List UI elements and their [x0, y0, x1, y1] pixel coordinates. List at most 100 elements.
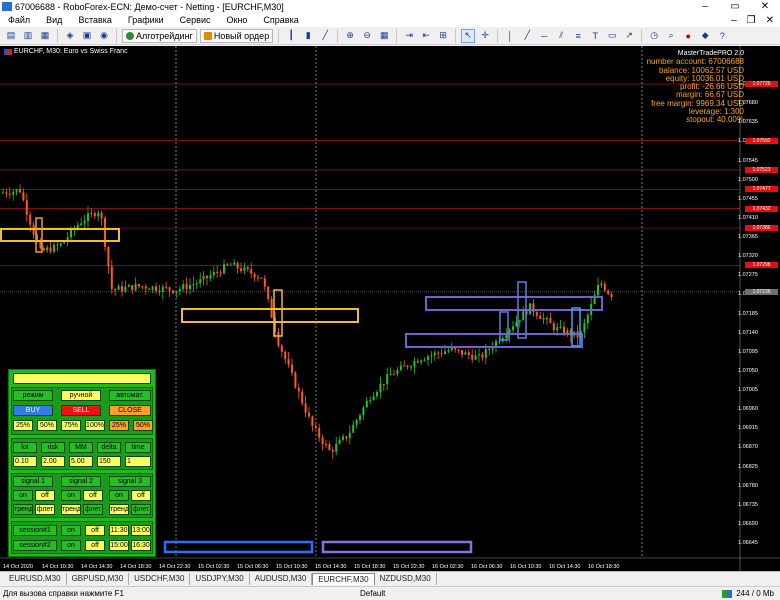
session-2-off[interactable]: off	[85, 540, 105, 551]
tile-icon[interactable]: ▦	[377, 29, 391, 43]
mdi-minimize-icon[interactable]: –	[731, 15, 737, 26]
fibo-icon[interactable]: ≡	[571, 29, 585, 43]
mm-input[interactable]: 5.00	[69, 456, 93, 467]
candle-body	[182, 284, 185, 289]
menu-help[interactable]: Справка	[255, 15, 306, 25]
trendline-icon[interactable]: ╱	[520, 29, 534, 43]
zoom-out-icon[interactable]: ⊖	[360, 29, 374, 43]
close-75-button[interactable]: 75%	[61, 420, 81, 431]
channel-icon[interactable]: ⫽	[554, 29, 568, 43]
autoscroll-icon[interactable]: ⇥	[402, 29, 416, 43]
buy-25-button[interactable]: 25%	[13, 420, 33, 431]
session-1-on[interactable]: on	[61, 525, 81, 536]
signal-3-on[interactable]: on	[109, 490, 129, 501]
price-tag: 1.07432	[745, 205, 778, 212]
session-1-off[interactable]: off	[85, 525, 105, 536]
horizontal-line-icon[interactable]: ─	[537, 29, 551, 43]
lot-input[interactable]: 0.10	[13, 456, 37, 467]
menu-charts[interactable]: Графики	[120, 15, 172, 25]
cursor-icon[interactable]: ↖	[461, 28, 476, 43]
candle-body	[481, 354, 484, 358]
session-2-to[interactable]: 16:30	[131, 540, 151, 551]
buy-button[interactable]: BUY	[13, 405, 53, 416]
buy-50-button[interactable]: 50%	[37, 420, 57, 431]
mql5-icon[interactable]: ◆	[698, 29, 712, 43]
session-2-on[interactable]: on	[61, 540, 81, 551]
chart-shift-icon[interactable]: ⇤	[419, 29, 433, 43]
tab-audusd[interactable]: AUDUSD,M30	[250, 573, 313, 585]
candle-body	[433, 352, 436, 356]
market-watch-icon[interactable]: ▦	[38, 29, 52, 43]
candle-chart-icon[interactable]: ▮	[301, 29, 315, 43]
candle-body	[331, 449, 334, 452]
time-scale-label: 14 Oct 10:30	[42, 564, 74, 570]
session-1-from[interactable]: 11:30	[109, 525, 129, 536]
indicators-icon[interactable]: ⊞	[436, 29, 450, 43]
delta-input[interactable]: 150	[97, 456, 121, 467]
mode-manual-button[interactable]: ручной	[61, 390, 101, 401]
crosshair-icon[interactable]: ✛	[478, 29, 492, 43]
minimize-button[interactable]: –	[690, 1, 720, 12]
sell-25-button[interactable]: 25%	[109, 420, 129, 431]
candle-body	[144, 286, 147, 289]
signal-3-flat[interactable]: флет	[131, 504, 151, 515]
sell-50-button[interactable]: 50%	[133, 420, 153, 431]
time-input[interactable]: 1	[125, 456, 151, 467]
signal-1-off[interactable]: off	[35, 490, 55, 501]
signal-2-on[interactable]: on	[61, 490, 81, 501]
candle-body	[539, 315, 542, 319]
signal-1-flat[interactable]: флет	[35, 504, 55, 515]
alert-icon[interactable]: ●	[681, 29, 695, 43]
bar-chart-icon[interactable]: ┃	[284, 29, 298, 43]
session-1-to[interactable]: 13:00	[131, 525, 151, 536]
navigator-icon[interactable]: ◈	[63, 29, 77, 43]
signal-3-trend[interactable]: тренд	[109, 504, 129, 515]
new-chart-icon[interactable]: ▤	[4, 29, 18, 43]
signal-2-off[interactable]: off	[83, 490, 103, 501]
signal-2-flat[interactable]: флет	[83, 504, 103, 515]
signal-3-off[interactable]: off	[131, 490, 151, 501]
tab-eurchf[interactable]: EURCHF,M30	[312, 573, 375, 585]
risk-input[interactable]: 2.00	[41, 456, 65, 467]
tab-nzdusd[interactable]: NZDUSD,M30	[375, 573, 437, 585]
tab-eurusd[interactable]: EURUSD,M30	[4, 573, 67, 585]
mdi-close-icon[interactable]: ✕	[766, 15, 774, 26]
profiles-icon[interactable]: ▥	[21, 29, 35, 43]
vertical-line-icon[interactable]: │	[503, 29, 517, 43]
algo-trading-button[interactable]: Алготрейдинг	[122, 28, 197, 43]
help-icon[interactable]: ?	[715, 29, 729, 43]
text-icon[interactable]: T	[588, 29, 602, 43]
mode-auto-button[interactable]: автомат.	[109, 390, 151, 401]
tab-usdchf[interactable]: USDCHF,M30	[129, 573, 191, 585]
tab-gbpusd[interactable]: GBPUSD,M30	[67, 573, 130, 585]
menu-tools[interactable]: Сервис	[172, 15, 219, 25]
mdi-restore-icon[interactable]: ❐	[747, 15, 756, 26]
signal-2-trend[interactable]: тренд	[61, 504, 81, 515]
tab-usdjpy[interactable]: USDJPY,M30	[190, 573, 250, 585]
terminal-icon[interactable]: ▣	[80, 29, 94, 43]
periods-icon[interactable]: ◷	[647, 29, 661, 43]
close-button[interactable]: CLOSE	[109, 405, 151, 416]
menu-insert[interactable]: Вставка	[70, 15, 119, 25]
candle-body	[461, 350, 463, 355]
close-window-button[interactable]: ✕	[750, 1, 780, 12]
new-order-button[interactable]: Новый ордер	[199, 28, 274, 43]
search-icon[interactable]: ⌕	[664, 29, 678, 43]
signal-1-on[interactable]: on	[13, 490, 33, 501]
shapes-icon[interactable]: ↗	[622, 29, 636, 43]
menu-window[interactable]: Окно	[219, 15, 256, 25]
menu-view[interactable]: Вид	[38, 15, 70, 25]
signal-1-trend[interactable]: тренд	[13, 504, 33, 515]
chart-area[interactable]: EURCHF, M30: Euro vs Swiss Franc MasterT…	[0, 46, 780, 571]
candle-body	[151, 286, 154, 290]
candle-body	[267, 286, 270, 300]
session-2-from[interactable]: 15:00	[109, 540, 129, 551]
sell-button[interactable]: SELL	[61, 405, 101, 416]
signals-icon[interactable]: ◉	[97, 29, 111, 43]
maximize-button[interactable]: ▭	[720, 1, 750, 12]
line-chart-icon[interactable]: ╱	[318, 29, 332, 43]
zoom-in-icon[interactable]: ⊕	[343, 29, 357, 43]
menu-file[interactable]: Файл	[0, 15, 38, 25]
close-100-button[interactable]: 100%	[85, 420, 105, 431]
label-icon[interactable]: ▭	[605, 29, 619, 43]
